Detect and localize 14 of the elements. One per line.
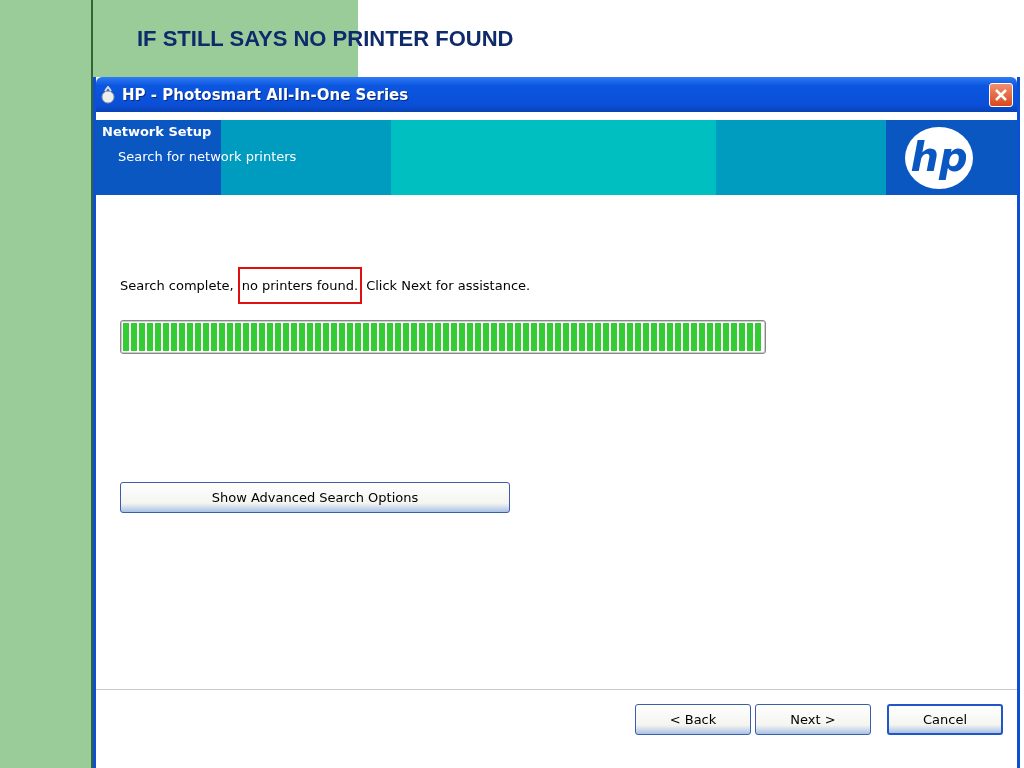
close-button[interactable] xyxy=(989,82,1013,107)
window-title: HP - Photosmart All-In-One Series xyxy=(122,85,410,104)
wizard-button[interactable]: < Back xyxy=(635,704,751,735)
wizard-button[interactable]: Next > xyxy=(755,704,871,735)
close-icon xyxy=(995,88,1007,101)
highlighted-text: no printers found. xyxy=(237,267,363,304)
status-text: Search complete, xyxy=(120,278,234,293)
advanced-search-button[interactable]: Show Advanced Search Options xyxy=(120,482,510,513)
status-text: Click Next for assistance. xyxy=(366,278,531,293)
header-title: Network Setup xyxy=(102,124,213,139)
wizard-button[interactable]: Cancel xyxy=(887,704,1003,735)
app-icon xyxy=(100,85,116,104)
slide-title: IF STILL SAYS NO PRINTER FOUND xyxy=(137,25,514,52)
header-subtitle: Search for network printers xyxy=(117,149,297,164)
